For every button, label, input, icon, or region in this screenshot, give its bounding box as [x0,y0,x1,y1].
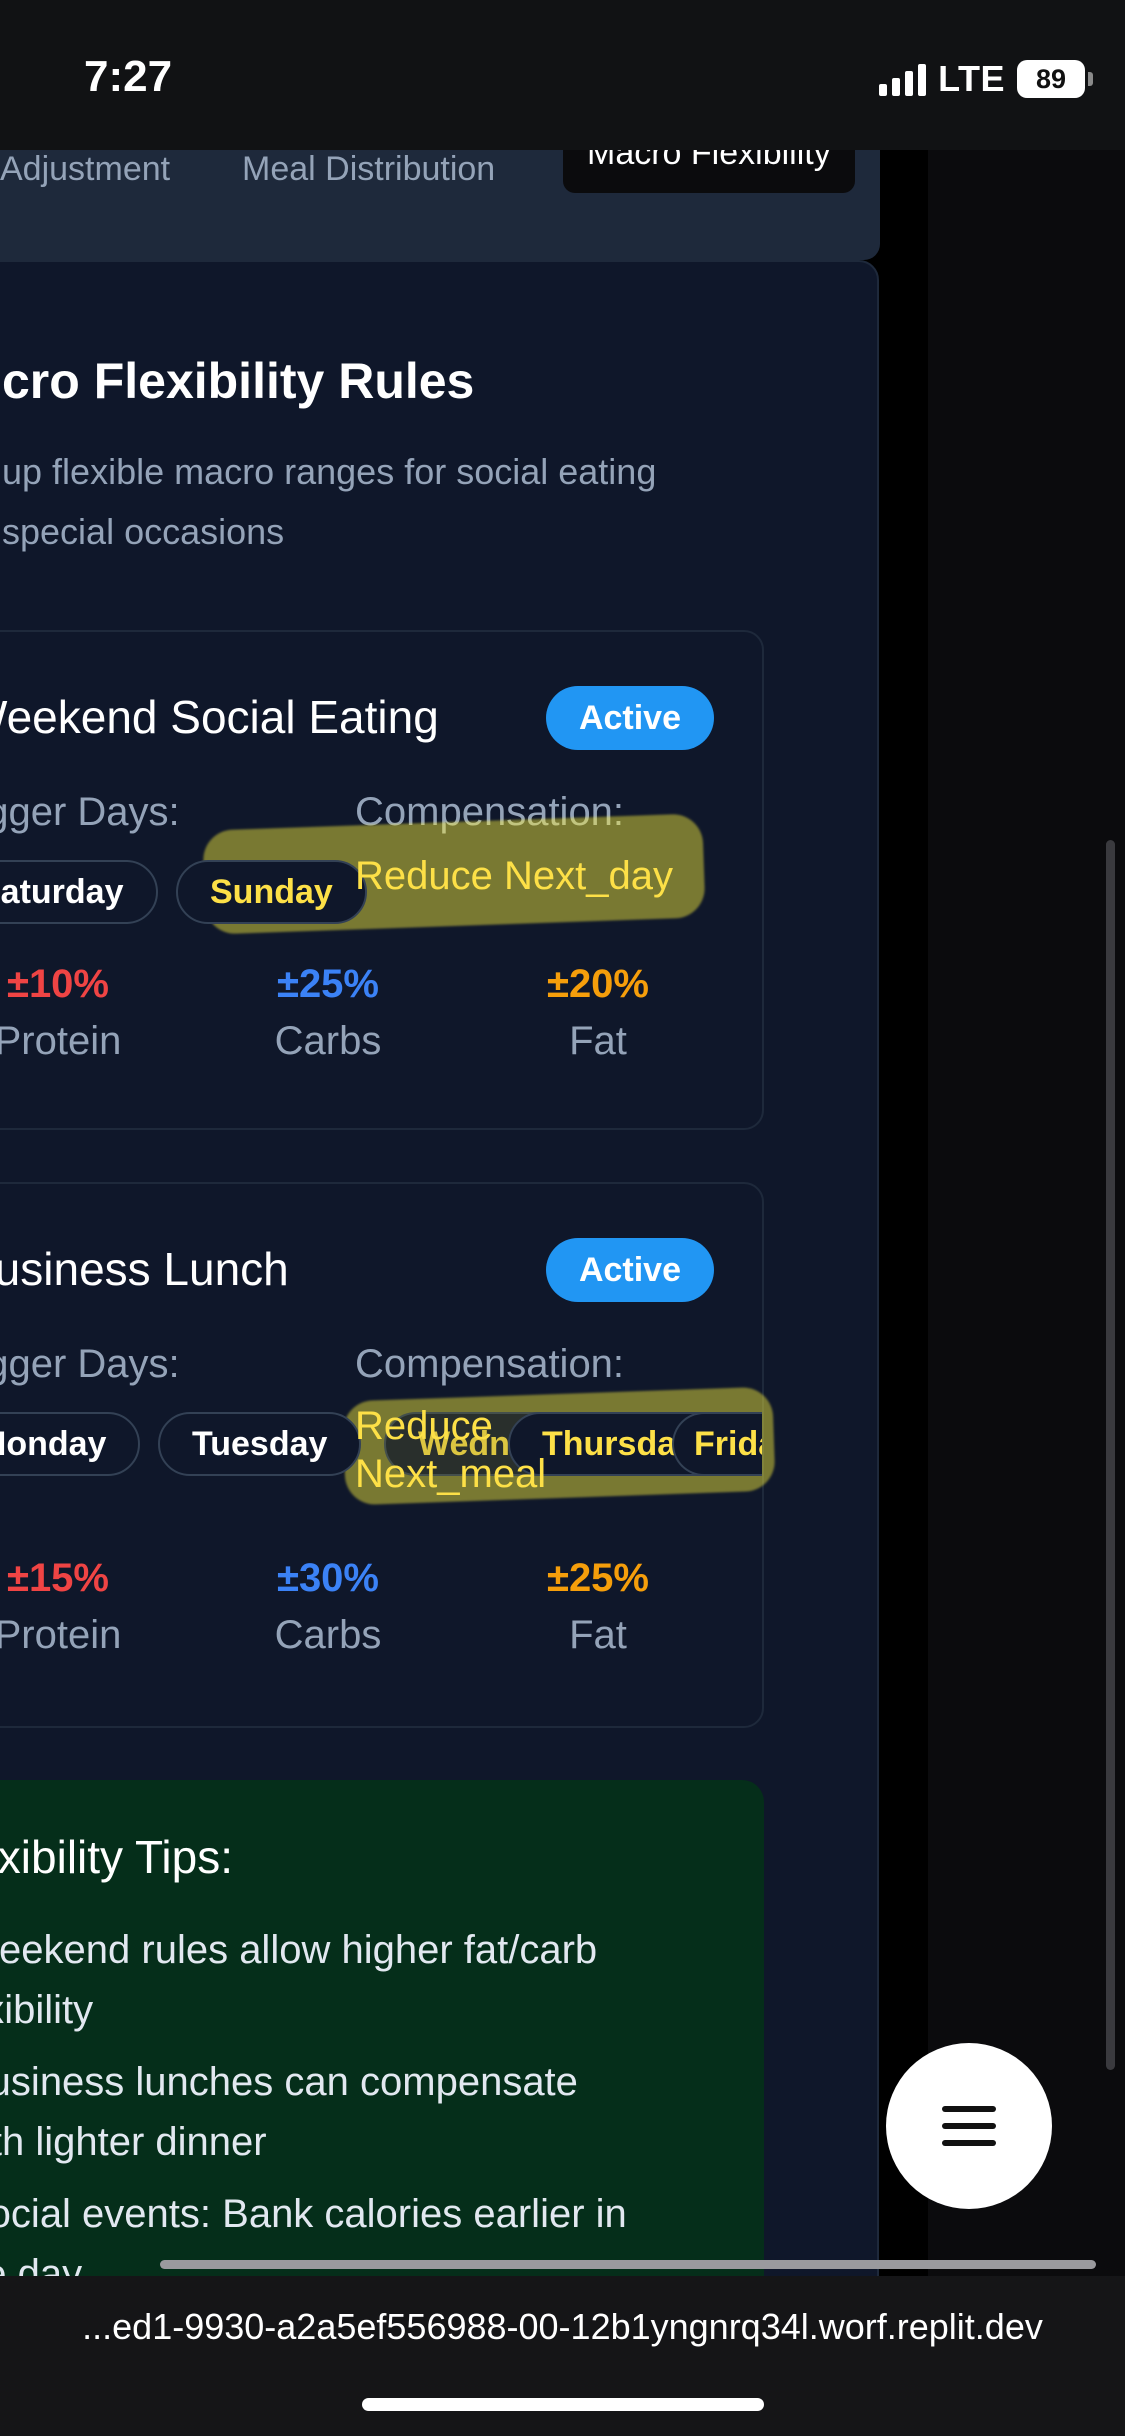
status-indicators: LTE 89 [879,58,1093,100]
compensation-value-line2: Next_meal [355,1452,547,1496]
card-description: up flexible macro ranges for social eati… [2,451,657,552]
day-chip-monday[interactable]: Monday [0,1412,141,1476]
tab-bar: Adjustment Meal Distribution Macro Flexi… [0,150,880,260]
macro-label: Fat [569,1019,627,1063]
compensation-value-line1: Reduce [355,1404,493,1448]
page-gutter [928,150,1125,2276]
horizontal-scrollbar[interactable] [160,2260,1096,2269]
macro-label: Protein [0,1019,122,1063]
macro-protein: ±10% Protein [0,962,158,1064]
tab-macro-flexibility[interactable]: Macro Flexibility [563,150,855,193]
day-chip-tuesday[interactable]: Tuesday [158,1412,362,1476]
macro-carbs: ±30% Carbs [228,1556,428,1658]
rule-name: Weekend Social Eating [0,691,439,743]
tip-item: Business lunches can compensate vith lig… [0,2060,578,2164]
tab-adjustment[interactable]: Adjustment [0,150,170,189]
macro-fat: ±20% Fat [498,962,698,1064]
macro-percent: ±25% [546,1556,649,1600]
macro-percent: ±30% [276,1556,379,1600]
macro-label: Fat [569,1613,627,1657]
macro-percent: ±25% [276,962,379,1006]
battery-icon: 89 [1017,60,1093,98]
url-text[interactable]: ...ed1-9930-a2a5ef556988-00-12b1yngnrq34… [0,2306,1125,2348]
tab-meal-distribution[interactable]: Meal Distribution [242,150,495,189]
macro-label: Carbs [274,1613,382,1657]
status-badge[interactable]: Active [545,686,714,750]
trigger-days-label: rigger Days: [0,1342,180,1386]
macro-label: Carbs [274,1019,382,1063]
rule-name: Business Lunch [0,1243,289,1295]
signal-icon [879,62,927,96]
trigger-days-label: rigger Days: [0,790,180,834]
battery-level: 89 [1035,63,1067,94]
day-chip-sunday[interactable]: Sunday [176,860,367,924]
macro-percent: ±15% [6,1556,109,1600]
tips-list: Weekend rules allow higher fat/carb exib… [0,1920,702,2276]
macro-carbs: ±25% Carbs [228,962,428,1064]
network-type: LTE [938,58,1005,99]
day-chip-saturday[interactable]: Saturday [0,860,158,924]
tips-title: lexibility Tips: [0,1831,233,1883]
rule-card-weekend: Weekend Social Eating Active rigger Days… [0,630,764,1130]
home-indicator[interactable] [362,2398,764,2411]
page-content: Adjustment Meal Distribution Macro Flexi… [0,150,1125,2276]
compensation-label: Compensation: [355,1342,625,1386]
flexibility-tips-panel: lexibility Tips: Weekend rules allow hig… [0,1780,764,2276]
macro-percent: ±20% [546,962,649,1006]
vertical-scrollbar[interactable] [1106,840,1115,2070]
status-bar: 7:27 LTE 89 [0,0,1125,150]
tip-item: Weekend rules allow higher fat/carb exib… [0,1928,598,2032]
hamburger-icon [942,2106,996,2112]
rule-card-business-lunch: Business Lunch Active rigger Days: Compe… [0,1182,776,1728]
status-time: 7:27 [84,52,173,101]
status-badge[interactable]: Active [545,1238,714,1302]
browser-url-bar[interactable]: ...ed1-9930-a2a5ef556988-00-12b1yngnrq34… [0,2276,1125,2436]
macro-label: Protein [0,1613,122,1657]
macro-protein: ±15% Protein [0,1556,158,1658]
macro-fat: ±25% Fat [498,1556,698,1658]
compensation-value: Reduce Next_day [355,854,673,898]
day-chip-friday[interactable]: Friday [672,1412,762,1476]
macro-flexibility-card: cro Flexibility Rules up flexible macro … [0,260,879,2276]
macro-percent: ±10% [6,962,109,1006]
menu-button[interactable] [886,2043,1052,2209]
card-title: cro Flexibility Rules [2,353,475,409]
